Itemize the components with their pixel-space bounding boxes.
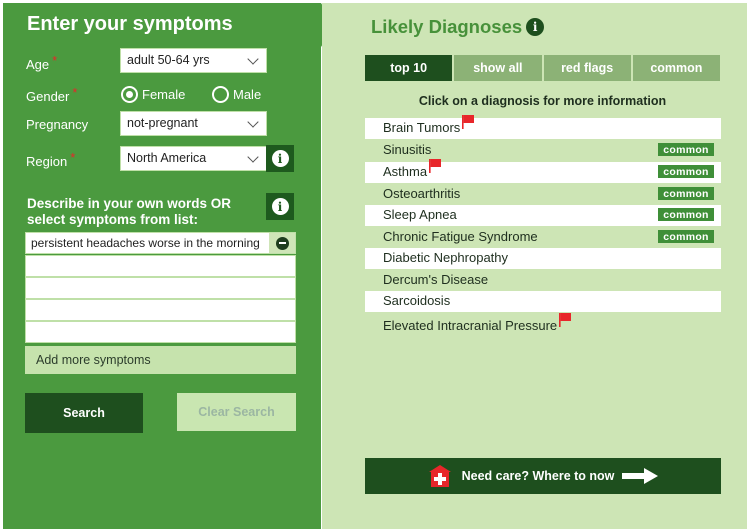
diagnosis-item[interactable]: Asthma common (365, 159, 721, 183)
red-flag-icon (429, 159, 442, 173)
radio-unselected-icon (212, 86, 229, 103)
common-badge: common (658, 165, 714, 178)
region-label-text: Region (26, 154, 68, 169)
symptom-input-3[interactable] (25, 277, 296, 299)
gender-female-label: Female (142, 87, 186, 102)
region-value: North America (127, 151, 207, 165)
info-icon[interactable]: i (526, 18, 545, 36)
diagnosis-name: Dercum's Disease (383, 272, 489, 287)
diagnoses-panel: Likely Diagnoses i top 10 show all red f… (322, 3, 747, 529)
search-button[interactable]: Search (25, 393, 143, 433)
required-mark: * (52, 53, 58, 68)
diagnosis-hint: Click on a diagnosis for more informatio… (418, 94, 667, 108)
diagnosis-item[interactable]: Sleep Apnea common (365, 205, 721, 226)
pregnancy-value: not-pregnant (127, 116, 198, 130)
diagnosis-item[interactable]: Elevated Intracranial Pressure (365, 313, 721, 337)
remove-symptom-icon (275, 236, 289, 250)
symptom-text: persistent headaches worse in the mornin… (31, 236, 260, 250)
age-label: Age * (26, 53, 57, 72)
clear-search-button[interactable]: Clear Search (177, 393, 296, 431)
gender-female-radio[interactable]: Female (121, 86, 185, 103)
diagnosis-name: Brain Tumors (383, 120, 461, 135)
diagnoses-title-text: Likely Diagnoses (371, 16, 523, 37)
diagnosis-name: Sleep Apnea (383, 207, 457, 222)
diagnosis-name: Sarcoidosis (383, 293, 451, 308)
diagnosis-item[interactable]: Brain Tumors (365, 115, 721, 139)
pregnancy-label: Pregnancy (26, 117, 89, 132)
gender-male-label: Male (233, 87, 262, 102)
remove-symptom-button[interactable] (269, 233, 295, 253)
gender-label-text: Gender (26, 89, 70, 104)
info-icon: i (271, 198, 289, 215)
tab-common[interactable]: common (632, 55, 720, 81)
symptom-input-1[interactable]: persistent headaches worse in the mornin… (25, 232, 296, 254)
common-badge: common (658, 208, 714, 221)
diagnosis-item[interactable]: Osteoarthritis common (365, 184, 721, 205)
common-badge: common (658, 230, 714, 243)
red-flag-icon (462, 115, 475, 129)
describe-label: Describe in your own words OR select sym… (27, 196, 232, 227)
tab-top-10[interactable]: top 10 (365, 55, 453, 81)
diagnosis-name: Diabetic Nephropathy (383, 250, 509, 265)
gender-male-radio[interactable]: Male (212, 86, 261, 103)
common-badge: common (658, 143, 714, 156)
panel-title: Enter your symptoms (27, 13, 233, 35)
region-label: Region * (26, 150, 75, 169)
need-care-button[interactable]: Need care? Where to now (365, 458, 721, 494)
diagnosis-name: Sinusitis (383, 142, 432, 157)
gender-label: Gender * (26, 85, 77, 104)
symptom-input-4[interactable] (25, 299, 296, 321)
diagnosis-item[interactable]: Dercum's Disease (365, 270, 721, 291)
common-badge: common (658, 187, 714, 200)
chevron-down-icon (247, 53, 259, 65)
chevron-down-icon (247, 116, 259, 128)
diagnosis-name: Chronic Fatigue Syndrome (383, 229, 538, 244)
arrow-right-icon (622, 468, 659, 484)
required-mark: * (70, 150, 76, 165)
pregnancy-select[interactable]: not-pregnant (120, 111, 267, 136)
diagnosis-name: Elevated Intracranial Pressure (383, 318, 558, 333)
symptom-input-5[interactable] (25, 321, 296, 343)
age-label-text: Age (26, 57, 50, 72)
describe-info-button[interactable]: i (266, 193, 294, 220)
diagnosis-item[interactable]: Chronic Fatigue Syndrome common (365, 227, 721, 248)
diagnosis-item[interactable]: Sarcoidosis (365, 291, 721, 312)
tab-red-flags[interactable]: red flags (543, 55, 631, 81)
need-care-label: Need care? Where to now (461, 469, 615, 483)
chevron-down-icon (247, 151, 259, 163)
symptom-input-2[interactable] (25, 255, 296, 277)
diagnosis-item[interactable]: Diabetic Nephropathy (365, 248, 721, 269)
diagnoses-title: Likely Diagnoses i (371, 16, 545, 38)
diagnosis-name: Osteoarthritis (383, 186, 461, 201)
region-info-button[interactable]: i (266, 145, 294, 172)
radio-selected-icon (121, 86, 138, 103)
region-select[interactable]: North America (120, 146, 267, 171)
red-flag-icon (559, 313, 572, 327)
tab-show-all[interactable]: show all (454, 55, 542, 81)
hospital-icon (428, 465, 451, 487)
info-icon: i (271, 150, 289, 167)
diagnosis-item[interactable]: Sinusitis common (365, 140, 721, 161)
required-mark: * (72, 85, 78, 100)
diagnosis-name: Asthma (383, 164, 428, 179)
age-value: adult 50-64 yrs (127, 53, 210, 67)
age-select[interactable]: adult 50-64 yrs (120, 48, 267, 73)
diagnosis-tabs: top 10 show all red flags common (365, 55, 720, 81)
add-more-symptoms-button[interactable]: Add more symptoms (25, 346, 296, 374)
symptom-panel: Enter your symptoms Age * adult 50-64 yrs… (3, 3, 335, 529)
